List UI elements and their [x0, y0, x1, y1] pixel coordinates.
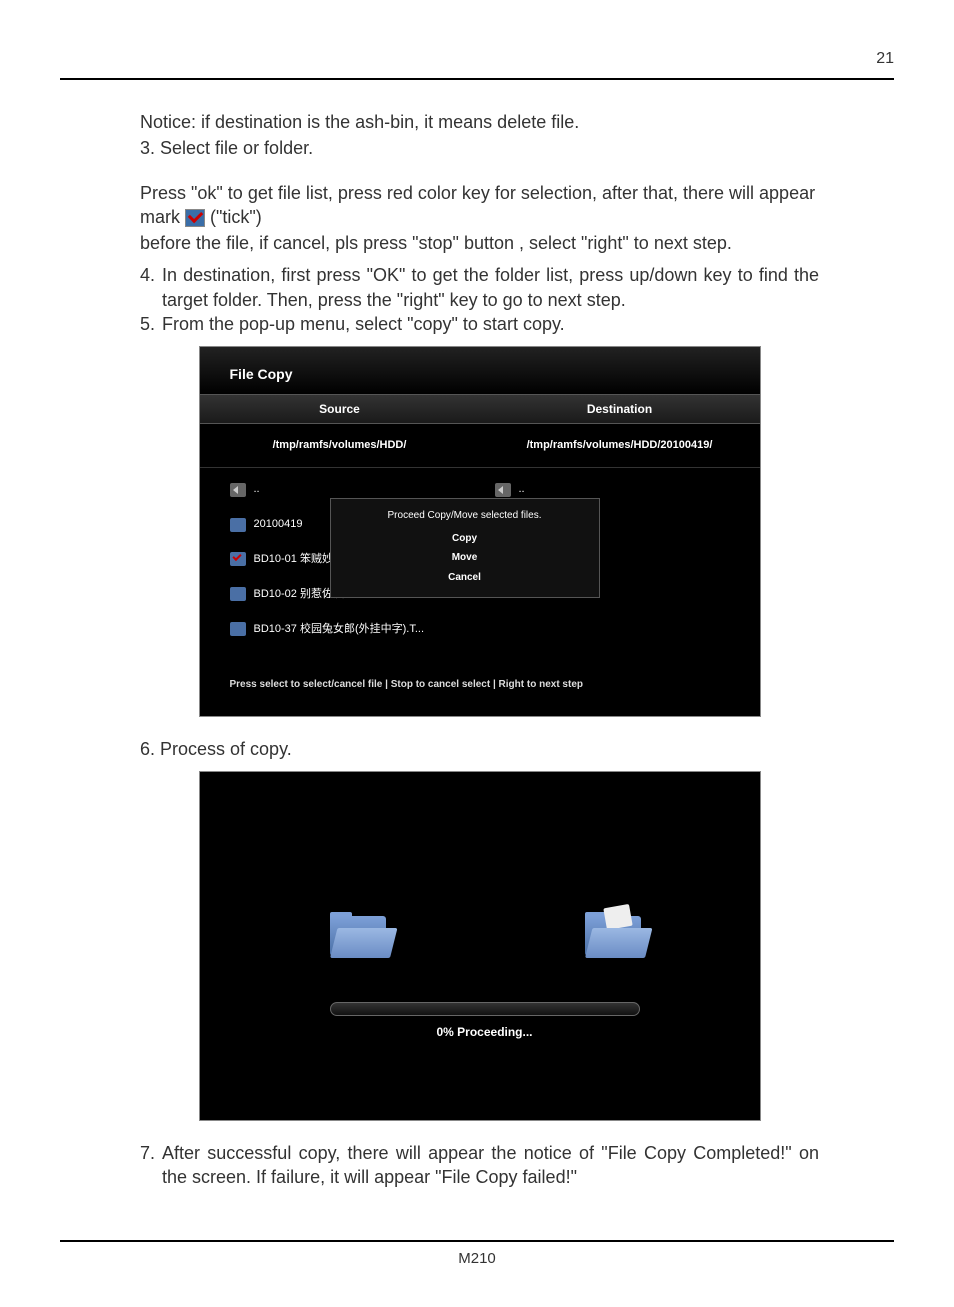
- top-rule: [60, 78, 894, 80]
- step-5: 5. From the pop-up menu, select "copy" t…: [140, 312, 819, 336]
- item-label: ..: [519, 482, 525, 497]
- folder-icon: [230, 622, 246, 636]
- notice-text: Notice: if destination is the ash-bin, i…: [140, 110, 819, 134]
- progress: 0% Proceeding...: [330, 1002, 640, 1040]
- popup-cancel[interactable]: Cancel: [331, 568, 599, 588]
- step-7-body: After successful copy, there will appear…: [162, 1141, 819, 1190]
- step-3: 3. Select file or folder.: [140, 136, 819, 160]
- list-item[interactable]: BD10-37 校园兔女郎(外挂中字).T...: [230, 612, 465, 647]
- tick-icon: [185, 209, 205, 227]
- item-label: 20100419: [254, 517, 303, 532]
- popup-title: Proceed Copy/Move selected files.: [331, 509, 599, 529]
- bottom-rule: [60, 1240, 894, 1242]
- step-4: 4. In destination, first press "OK" to g…: [140, 263, 819, 312]
- press-ok-b: ("tick"): [210, 207, 262, 227]
- step-7-num: 7.: [140, 1141, 162, 1190]
- step-4-num: 4.: [140, 263, 162, 312]
- help-bar: Press select to select/cancel file | Sto…: [200, 668, 760, 716]
- popup-copy[interactable]: Copy: [331, 529, 599, 549]
- folder-icon: [230, 518, 246, 532]
- col-source: Source: [200, 395, 480, 423]
- step-5-body: From the pop-up menu, select "copy" to s…: [162, 312, 819, 336]
- copy-popup: Proceed Copy/Move selected files. Copy M…: [330, 498, 600, 598]
- paths-row: /tmp/ramfs/volumes/HDD/ /tmp/ramfs/volum…: [200, 424, 760, 468]
- item-label: BD10-37 校园兔女郎(外挂中字).T...: [254, 622, 425, 637]
- step-6: 6. Process of copy.: [140, 737, 819, 761]
- content: Notice: if destination is the ash-bin, i…: [60, 110, 894, 1190]
- source-folder-icon: [330, 912, 386, 956]
- footer-model: M210: [0, 1250, 954, 1267]
- popup-move[interactable]: Move: [331, 548, 599, 568]
- step-7: 7. After successful copy, there will app…: [140, 1141, 819, 1190]
- progress-screenshot: 0% Proceeding...: [199, 771, 761, 1121]
- destination-path: /tmp/ramfs/volumes/HDD/20100419/: [480, 424, 760, 468]
- press-ok-paragraph: Press "ok" to get file list, press red c…: [140, 181, 819, 230]
- file-lists: .. 20100419 BD10-01 笨贼妙 BD10-02 别惹佐汉.You…: [200, 468, 760, 668]
- folder-checked-icon: [230, 552, 246, 566]
- column-headers: Source Destination: [200, 394, 760, 424]
- progress-bar: [330, 1002, 640, 1016]
- folder-up-icon: [495, 483, 511, 497]
- page-number: 21: [876, 50, 894, 68]
- source-path: /tmp/ramfs/volumes/HDD/: [200, 424, 480, 468]
- progress-label: 0% Proceeding...: [330, 1024, 640, 1040]
- page: 21 Notice: if destination is the ash-bin…: [0, 0, 954, 1307]
- filecopy-title: File Copy: [200, 347, 760, 394]
- item-label: BD10-01 笨贼妙: [254, 552, 333, 567]
- filecopy-screenshot: File Copy Source Destination /tmp/ramfs/…: [199, 346, 761, 716]
- dest-folder-icon: [585, 912, 641, 956]
- step-4-body: In destination, first press "OK" to get …: [162, 263, 819, 312]
- col-destination: Destination: [480, 395, 760, 423]
- folder-icon: [230, 587, 246, 601]
- step-5-num: 5.: [140, 312, 162, 336]
- item-label: ..: [254, 482, 260, 497]
- folder-up-icon: [230, 483, 246, 497]
- before-file-text: before the file, if cancel, pls press "s…: [140, 231, 819, 255]
